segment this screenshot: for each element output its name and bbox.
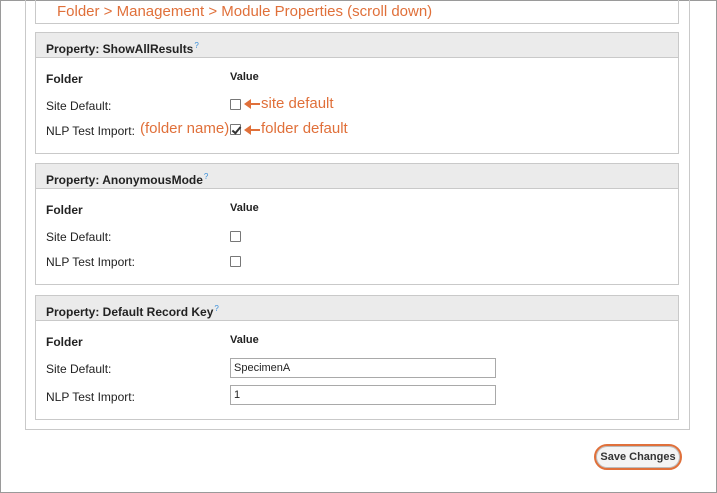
folder-label: NLP Test Import: xyxy=(46,255,135,269)
site-default-arrow xyxy=(244,99,260,109)
folder-checkbox[interactable] xyxy=(230,124,241,135)
site-default-label: Site Default: xyxy=(46,99,112,113)
property-title: Property: Default Record Key xyxy=(46,305,214,319)
property-panel-default-record-key: Property: Default Record Key? Folder Val… xyxy=(35,295,679,420)
breadcrumb-annotation: Folder > Management > Module Properties … xyxy=(57,3,433,20)
folder-column-header: Folder xyxy=(46,203,83,217)
save-changes-button[interactable]: Save Changes xyxy=(594,444,682,470)
site-default-label: Site Default: xyxy=(46,362,112,376)
folder-label: NLP Test Import: xyxy=(46,124,135,138)
property-panel-anonymousmode: Property: AnonymousMode? Folder Value Si… xyxy=(35,163,679,285)
help-icon[interactable]: ? xyxy=(204,172,208,181)
folder-label: NLP Test Import: xyxy=(46,390,135,404)
folder-column-header: Folder xyxy=(46,335,83,349)
property-panel-showallresults: Property: ShowAllResults? Folder Value S… xyxy=(35,32,679,154)
folder-default-arrow xyxy=(244,125,260,135)
folder-name-annotation: (folder name) xyxy=(140,120,230,137)
site-default-label: Site Default: xyxy=(46,230,112,244)
property-header: Property: Default Record Key? xyxy=(36,296,678,321)
property-title: Property: ShowAllResults xyxy=(46,42,194,56)
folder-checkbox[interactable] xyxy=(230,256,241,267)
value-column-header: Value xyxy=(230,71,259,83)
folder-column-header: Folder xyxy=(46,72,83,86)
folder-input[interactable] xyxy=(230,385,496,405)
property-header: Property: AnonymousMode? xyxy=(36,164,678,189)
value-column-header: Value xyxy=(230,202,259,214)
help-icon[interactable]: ? xyxy=(214,304,218,313)
help-icon[interactable]: ? xyxy=(194,41,198,50)
value-column-header: Value xyxy=(230,334,259,346)
site-default-checkbox[interactable] xyxy=(230,99,241,110)
property-title: Property: AnonymousMode xyxy=(46,173,203,187)
folder-default-annotation: folder default xyxy=(261,120,348,137)
site-default-annotation: site default xyxy=(261,95,334,112)
site-default-checkbox[interactable] xyxy=(230,231,241,242)
property-header: Property: ShowAllResults? xyxy=(36,33,678,58)
site-default-input[interactable] xyxy=(230,358,496,378)
